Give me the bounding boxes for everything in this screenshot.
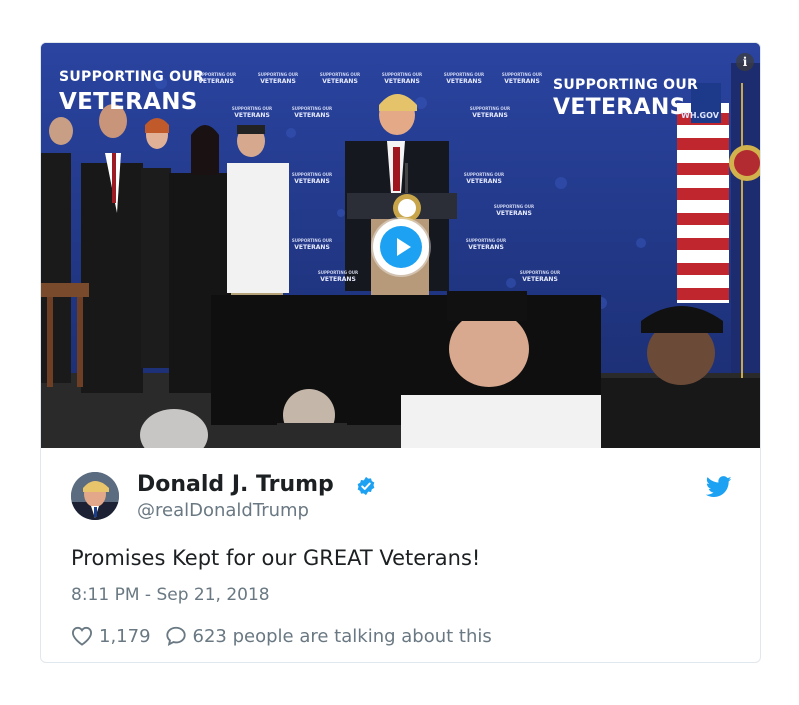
speech-bubble-icon[interactable] bbox=[165, 625, 187, 647]
play-button[interactable] bbox=[373, 219, 429, 275]
banner-tile: SUPPORTING OUR VETERANS bbox=[519, 270, 561, 283]
avatar[interactable] bbox=[71, 472, 119, 520]
banner-tile: SUPPORTING OUR VETERANS bbox=[381, 72, 423, 85]
banner-tile: SUPPORTING OUR VETERANS bbox=[501, 72, 543, 85]
play-icon bbox=[380, 226, 422, 268]
avatar-image bbox=[71, 472, 119, 520]
banner-tile: SUPPORTING OUR VETERANS bbox=[319, 72, 361, 85]
tweet-content: Donald J. Trump @realDonaldTrump Promise… bbox=[41, 448, 760, 662]
banner-veterans-left: VETERANS bbox=[59, 89, 198, 115]
banner-tile: SUPPORTING OUR VETERANS bbox=[291, 238, 333, 251]
banner-tile: SUPPORTING OUR VETERANS bbox=[493, 204, 535, 217]
heart-icon[interactable] bbox=[71, 626, 93, 646]
banner-tile: SUPPORTING OUR VETERANS bbox=[195, 72, 237, 85]
conversation-link[interactable]: 623 people are talking about this bbox=[193, 626, 492, 647]
like-count[interactable]: 1,179 bbox=[99, 626, 151, 647]
banner-tile: SUPPORTING OUR VETERANS bbox=[257, 72, 299, 85]
tweet-text: Promises Kept for our GREAT Veterans! bbox=[71, 546, 481, 570]
banner-supporting-right: SUPPORTING OUR bbox=[553, 77, 699, 93]
banner-tile: SUPPORTING OUR VETERANS bbox=[317, 270, 359, 283]
banner-tile: SUPPORTING OUR VETERANS bbox=[463, 172, 505, 185]
banner-tile: SUPPORTING OUR VETERANS bbox=[469, 106, 511, 119]
tweet-timestamp[interactable]: 8:11 PM - Sep 21, 2018 bbox=[71, 585, 270, 605]
tweet-embed-card[interactable]: SUPPORTING OUR VETERANS SUPPORTING OUR V… bbox=[40, 42, 761, 663]
verified-badge-icon bbox=[357, 476, 375, 496]
twitter-bird-icon[interactable] bbox=[706, 476, 732, 498]
banner-tile: SUPPORTING OUR VETERANS bbox=[465, 238, 507, 251]
display-name[interactable]: Donald J. Trump bbox=[137, 472, 334, 497]
tweet-actions: 1,179 623 people are talking about this bbox=[71, 624, 492, 648]
banner-tile: SUPPORTING OUR VETERANS bbox=[291, 106, 333, 119]
user-handle[interactable]: @realDonaldTrump bbox=[137, 500, 309, 521]
banner-veterans-right: VETERANS bbox=[553, 95, 686, 120]
banner-tile: SUPPORTING OUR VETERANS bbox=[231, 106, 273, 119]
banner-supporting-left: SUPPORTING OUR bbox=[59, 69, 205, 85]
video-thumbnail[interactable]: SUPPORTING OUR VETERANS SUPPORTING OUR V… bbox=[41, 43, 760, 448]
banner-tile: SUPPORTING OUR VETERANS bbox=[291, 172, 333, 185]
info-icon[interactable]: i bbox=[736, 53, 754, 71]
banner-tile: SUPPORTING OUR VETERANS bbox=[443, 72, 485, 85]
wh-gov-label: WH.GOV bbox=[681, 111, 719, 120]
